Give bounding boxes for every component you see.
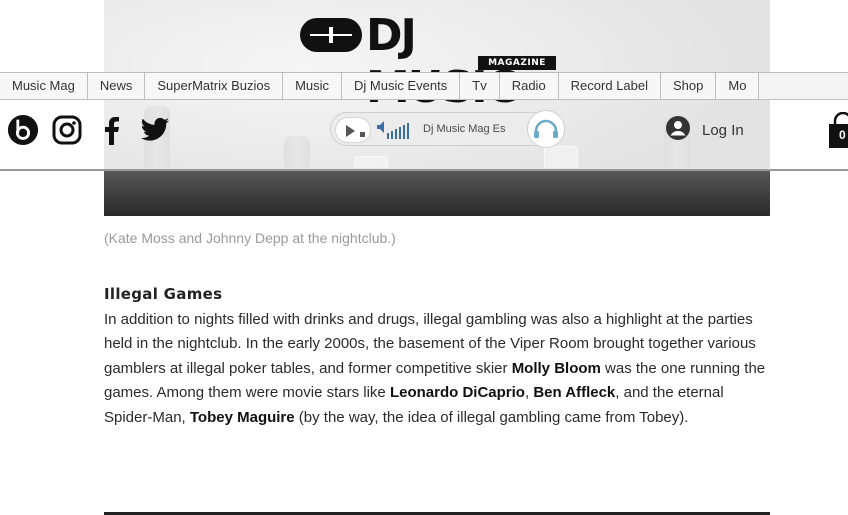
nav-tab-more[interactable]: Mo — [716, 73, 760, 99]
article-paragraph: In addition to nights filled with drinks… — [104, 308, 770, 430]
radio-player: Dj Music Mag Es — [330, 110, 565, 148]
nav-tab-tv[interactable]: Tv — [460, 73, 500, 99]
facebook-icon[interactable] — [95, 113, 127, 147]
nav-tab-dj-music-events[interactable]: Dj Music Events — [342, 73, 461, 99]
paragraph-text: (by the way, the idea of illegal gamblin… — [294, 408, 689, 426]
nav-tab-radio[interactable]: Radio — [499, 73, 559, 99]
beatport-icon[interactable] — [7, 113, 39, 147]
volume-icon[interactable] — [375, 119, 415, 141]
play-button[interactable] — [335, 117, 371, 143]
photo-table — [104, 168, 770, 216]
cart-button[interactable]: 0 — [828, 111, 848, 152]
nav-tab-record-label[interactable]: Record Label — [558, 73, 661, 99]
cart-count: 0 — [839, 128, 846, 142]
nav-tab-shop[interactable]: Shop — [661, 73, 717, 99]
section-heading: Illegal Games — [104, 285, 223, 303]
twitter-icon[interactable] — [139, 113, 171, 147]
name-molly-bloom: Molly Bloom — [511, 359, 601, 377]
nav-tab-news[interactable]: News — [87, 73, 146, 99]
nav-tab-supermatrix-buzios[interactable]: SuperMatrix Buzios — [145, 73, 284, 99]
name-leonardo-dicaprio: Leonardo DiCaprio — [389, 384, 525, 402]
nav-tab-music-mag[interactable]: Music Mag — [0, 73, 88, 99]
station-name: Dj Music Mag Es — [423, 123, 506, 135]
photo-caption: (Kate Moss and Johnny Depp at the nightc… — [104, 230, 396, 246]
site-logo[interactable]: DJ MUSIC MAGAZINE — [300, 10, 556, 113]
logo-disc-icon — [300, 18, 362, 52]
logo-subtitle: MAGAZINE — [478, 56, 556, 70]
login-button[interactable]: Log In — [666, 116, 744, 144]
instagram-icon[interactable] — [51, 113, 83, 147]
login-label: Log In — [702, 121, 744, 139]
name-ben-affleck: Ben Affleck — [533, 384, 616, 402]
avatar-icon — [666, 116, 690, 144]
headphones-icon[interactable] — [527, 110, 565, 148]
site-header: DJ MUSIC MAGAZINE Music Mag News SuperMa… — [0, 0, 848, 171]
social-links — [7, 113, 171, 147]
main-nav: Music Mag News SuperMatrix Buzios Music … — [0, 72, 848, 100]
name-tobey-maguire: Tobey Maguire — [189, 408, 295, 426]
nav-tab-music[interactable]: Music — [283, 73, 343, 99]
